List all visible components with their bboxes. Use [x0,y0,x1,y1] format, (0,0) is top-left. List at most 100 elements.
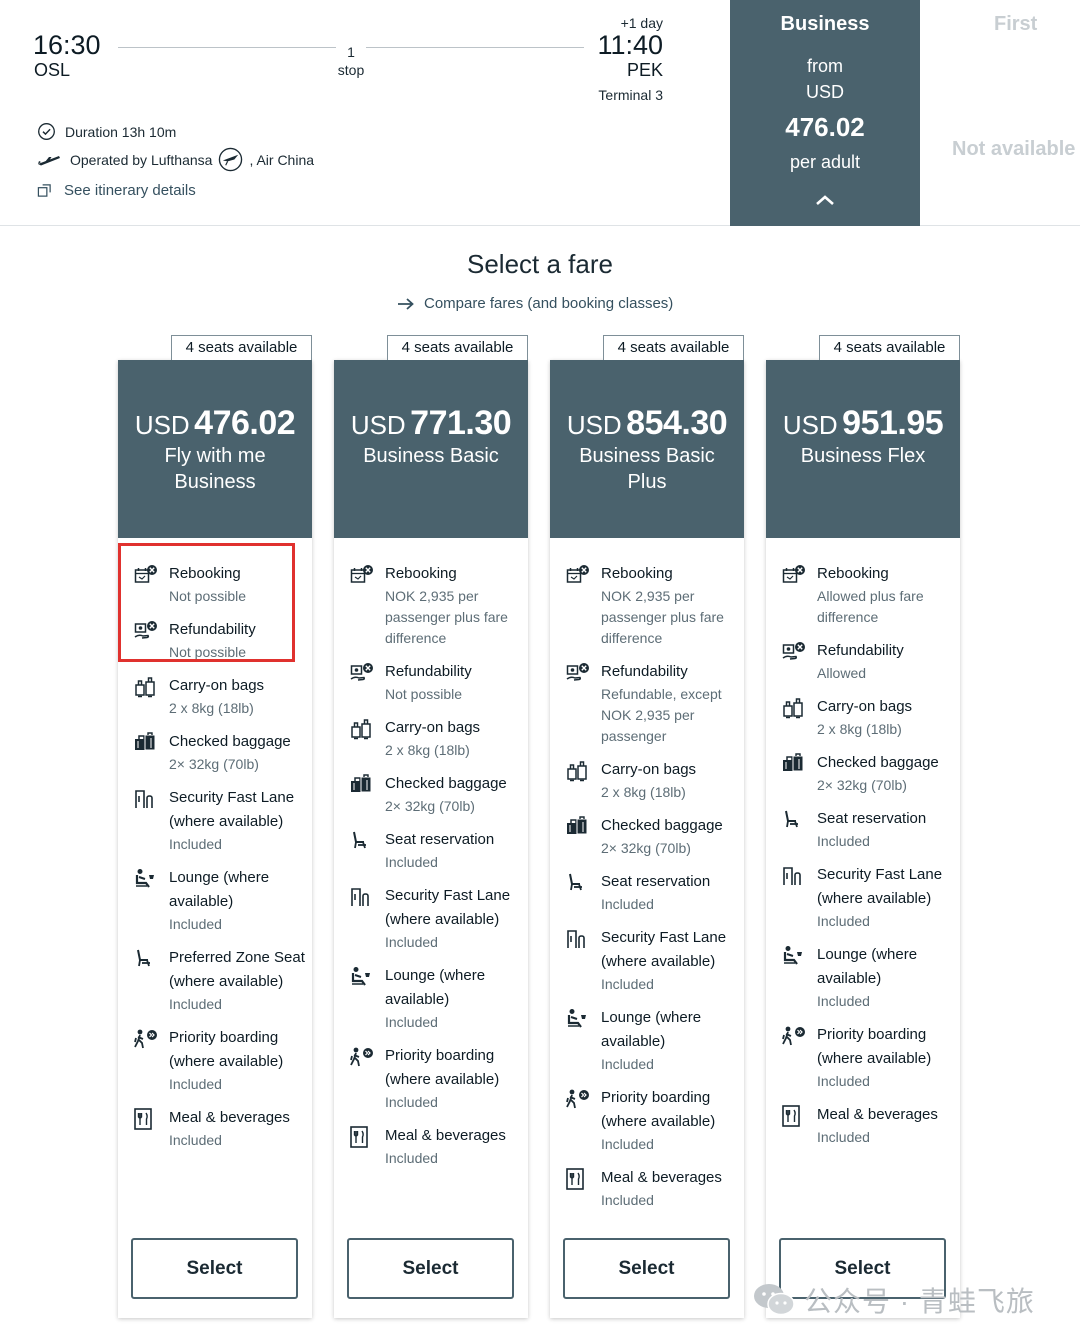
feature-title: Rebooking [385,565,457,582]
fare-feature: Seat reservation Included [550,870,744,915]
stops-count: 1 [347,44,355,60]
seats-available-badge: 4 seats available [171,335,312,360]
feature-title: Refundability [385,663,472,680]
refundability-icon [350,662,374,689]
feature-detail: 2× 32kg (70lb) [817,777,907,793]
select-fare-button[interactable]: Select [347,1238,514,1299]
fare-feature: Lounge (where available) Included [550,1006,744,1075]
checked-baggage-icon [134,732,156,757]
feature-title: Security Fast Lane (where available) [601,929,727,970]
feature-title: Refundability [601,663,688,680]
operator-row: Operated by Lufthansa , Air China [37,147,314,172]
feature-title: Lounge (where available) [601,1009,702,1050]
select-fare-button[interactable]: Select [131,1238,298,1299]
wechat-icon [754,1284,795,1316]
feature-detail: Included [817,833,870,849]
fare-feature: Security Fast Lane (where available) Inc… [118,786,312,855]
fare-currency: USD [350,410,406,440]
refundability-icon [566,662,590,689]
fare-currency: USD [134,410,190,440]
feature-detail: Included [817,993,870,1009]
lufthansa-logo-icon [219,147,243,172]
feature-title: Rebooking [601,565,673,582]
feature-title: Security Fast Lane (where available) [385,887,511,928]
feature-detail: Included [385,1094,438,1110]
fare-feature: Carry-on bags 2 x 8kg (18lb) [550,758,744,803]
chevron-up-icon[interactable] [814,193,836,207]
cabin-business-title: Business [780,13,870,35]
feature-title: Preferred Zone Seat (where available) [169,949,305,990]
feature-detail: NOK 2,935 per passenger plus fare differ… [601,588,724,646]
fare-feature: Security Fast Lane (where available) Inc… [550,926,744,995]
feature-title: Carry-on bags [601,761,697,778]
operated-by-text: Operated by Lufthansa [70,151,213,168]
feature-detail: Included [169,916,222,932]
fare-card[interactable]: 4 seats available USD 771.30 Business Ba… [334,335,528,1318]
lounge-icon [566,1008,588,1033]
feature-title: Priority boarding (where available) [601,1089,716,1130]
lounge-icon [350,966,372,991]
feature-title: Priority boarding (where available) [169,1029,284,1070]
feature-detail: 2 x 8kg (18lb) [169,700,254,716]
lounge-icon [782,945,804,970]
seats-available-badge: 4 seats available [603,335,744,360]
feature-title: Meal & beverages [601,1169,722,1186]
feature-title: Checked baggage [601,817,723,834]
feature-title: Meal & beverages [817,1106,938,1123]
fare-feature: Security Fast Lane (where available) Inc… [766,863,960,932]
compare-fares-link[interactable]: Compare fares (and booking classes) [397,295,673,312]
fare-feature: Rebooking Allowed plus fare difference [766,562,960,628]
feature-detail: Included [385,854,438,870]
compare-fares-label[interactable]: Compare fares (and booking classes) [424,295,673,312]
itinerary-details-label[interactable]: See itinerary details [64,182,196,199]
fare-feature: Seat reservation Included [334,828,528,873]
carry-on-bags-icon [134,676,156,703]
feature-detail: Included [385,1014,438,1030]
departure-airport: OSL [34,60,71,80]
fare-name: Business Basic [363,445,499,467]
meal-icon [134,1108,152,1135]
fare-features-list: Rebooking Allowed plus fare difference R… [766,562,960,1159]
cabin-business-from: from [807,56,843,76]
duration-row: Duration 13h 10m [37,122,176,141]
feature-detail: Included [817,1073,870,1089]
fare-card[interactable]: 4 seats available USD 476.02 Fly with me… [118,335,312,1318]
fare-price: USD 476.02 [118,404,312,443]
fare-currency: USD [566,410,622,440]
lounge-icon [134,868,156,893]
seat-icon [566,872,586,897]
select-fare-button[interactable]: Select [563,1238,730,1299]
cabin-first-title: First [994,13,1038,35]
fare-features-list: Rebooking NOK 2,935 per passenger plus f… [550,562,744,1222]
arrival-terminal: Terminal 3 [598,87,663,103]
fare-feature: Lounge (where available) Included [766,943,960,1012]
fare-feature: Carry-on bags 2 x 8kg (18lb) [766,695,960,740]
fare-feature: Checked baggage 2× 32kg (70lb) [550,814,744,859]
feature-title: Carry-on bags [817,698,913,715]
fare-feature: Preferred Zone Seat (where available) In… [118,946,312,1015]
cabin-business-tab[interactable]: Business from USD 476.02 per adult [730,0,920,226]
refundability-icon [782,641,806,668]
security-fast-lane-icon [350,886,372,913]
fare-card[interactable]: 4 seats available USD 854.30 Business Ba… [550,335,744,1318]
fare-name: Business Flex [800,445,926,467]
rebooking-icon [782,564,806,591]
fare-feature: Priority boarding (where available) Incl… [118,1026,312,1095]
highlight-annotation [118,543,295,662]
feature-detail: 2 x 8kg (18lb) [601,784,686,800]
fare-card[interactable]: 4 seats available USD 951.95 Business Fl… [766,335,960,1318]
itinerary-details-link[interactable]: See itinerary details [37,182,196,199]
fare-feature: Rebooking NOK 2,935 per passenger plus f… [550,562,744,649]
fare-feature: Lounge (where available) Included [118,866,312,935]
stops-label: stop [337,62,365,78]
feature-title: Carry-on bags [169,677,265,694]
rebooking-icon [566,564,590,591]
route-line [366,47,584,48]
fare-amount: 854.30 [626,404,728,442]
feature-detail: 2× 32kg (70lb) [601,840,691,856]
fare-name: Business Basic Plus [579,445,715,493]
fare-feature: Meal & beverages Included [334,1124,528,1169]
checked-baggage-icon [782,753,804,778]
fare-feature: Priority boarding (where available) Incl… [334,1044,528,1113]
fare-header: USD 771.30 Business Basic [334,360,528,538]
